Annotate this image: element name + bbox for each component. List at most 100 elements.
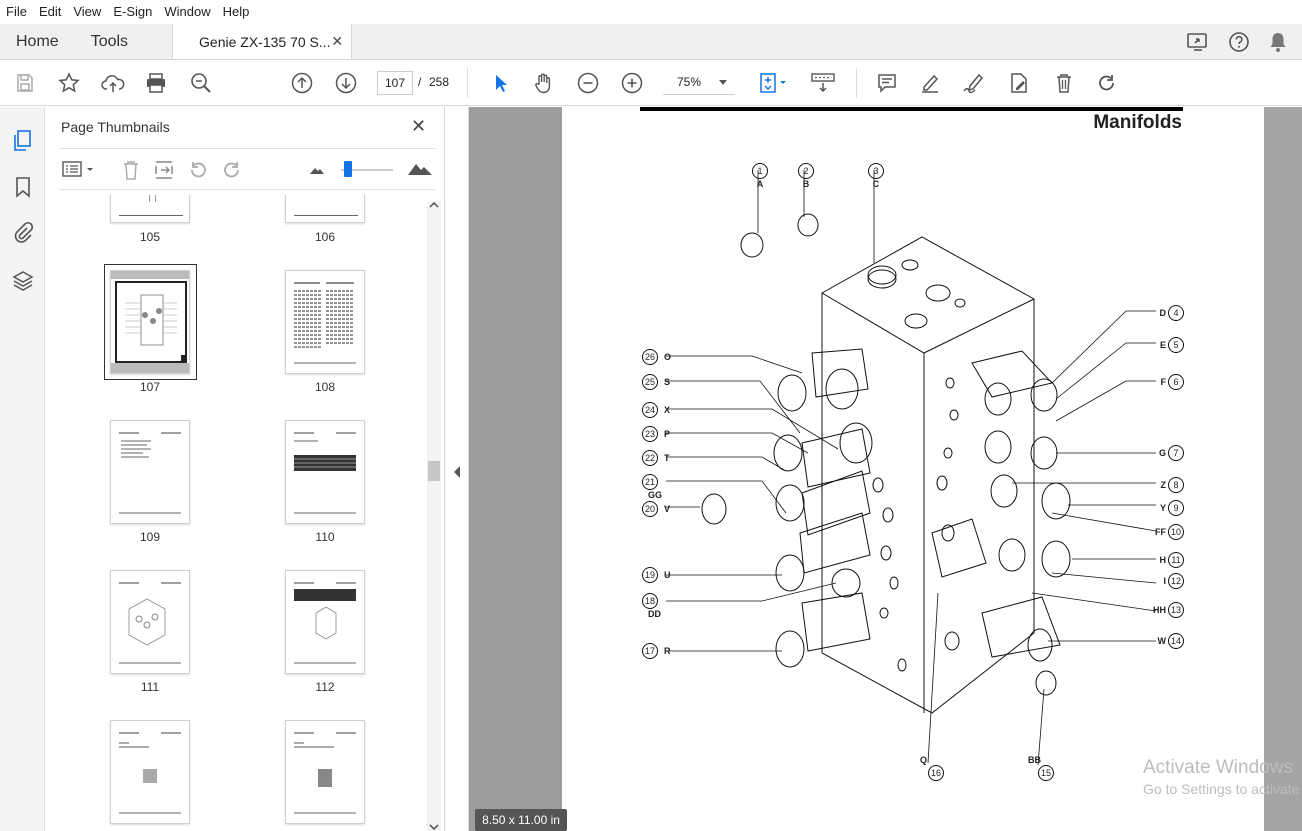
comment-icon[interactable] — [874, 60, 900, 106]
help-icon[interactable] — [1228, 31, 1250, 53]
scrollbar-thumb[interactable] — [428, 461, 440, 481]
callout: 17 R — [642, 643, 671, 659]
page-number-input[interactable]: 107 — [377, 71, 413, 95]
page-layout-icon[interactable] — [755, 60, 791, 106]
thumbnail-page[interactable] — [285, 420, 365, 524]
callout: E5 — [1160, 337, 1184, 353]
extract-page-icon[interactable] — [153, 159, 175, 181]
print-icon[interactable] — [143, 60, 169, 106]
layers-icon[interactable] — [11, 269, 35, 293]
attachments-paperclip-icon[interactable] — [11, 220, 35, 244]
thumbnail-page[interactable] — [285, 570, 365, 674]
callout: Z8 — [1161, 477, 1184, 493]
thumbnail-page[interactable] — [285, 195, 365, 223]
close-tab-icon[interactable]: ✕ — [331, 33, 343, 50]
menu-help[interactable]: Help — [217, 0, 256, 24]
menu-bar: File Edit View E-Sign Window Help — [0, 0, 1302, 24]
zoom-level-select[interactable]: 75% — [663, 71, 735, 95]
activation-watermark-sub: Go to Settings to activate Windows. — [1143, 781, 1302, 797]
callout: 21GG — [642, 474, 672, 500]
callout: BB 15 — [1028, 755, 1054, 781]
thumbnail-page[interactable] — [110, 570, 190, 674]
draw-sign-icon[interactable] — [961, 60, 987, 106]
callout: I 12 — [1163, 573, 1184, 589]
menu-file[interactable]: File — [0, 0, 33, 24]
thumbnail-scrollbar[interactable] — [427, 201, 441, 831]
zoom-out-icon[interactable] — [575, 60, 601, 106]
delete-trash-icon[interactable] — [1051, 60, 1077, 106]
document-viewer[interactable]: Manifolds 26 O 25 S 24 X 23 P 22 T 21GG … — [469, 107, 1302, 831]
share-screen-icon[interactable] — [1186, 31, 1210, 53]
thumbnail-page[interactable] — [110, 420, 190, 524]
next-page-icon[interactable] — [333, 60, 359, 106]
callout: 2B — [796, 163, 816, 189]
thumbnail-page[interactable] — [110, 195, 190, 223]
scroll-mode-icon[interactable] — [809, 60, 837, 106]
redo-icon[interactable] — [1094, 60, 1120, 106]
thumbnail-page-current[interactable] — [110, 270, 190, 374]
callout: H 11 — [1160, 552, 1184, 568]
page-thumbnails-icon[interactable] — [11, 129, 35, 153]
toolbar-divider — [856, 68, 857, 98]
page-header-rule — [640, 107, 1183, 111]
zoom-search-icon[interactable] — [188, 60, 214, 106]
callout: 22 T — [642, 450, 670, 466]
callout: HH 13 — [1153, 602, 1184, 618]
tab-bar: Home Tools Genie ZX-135 70 S... ✕ — [0, 24, 1302, 60]
save-icon[interactable] — [12, 60, 38, 106]
chevron-down-icon — [719, 80, 727, 85]
small-thumbnail-icon[interactable] — [309, 165, 325, 175]
tab-home[interactable]: Home — [0, 24, 75, 59]
large-thumbnail-icon[interactable] — [407, 160, 433, 176]
previous-page-icon[interactable] — [289, 60, 315, 106]
left-callouts: 26 O 25 S 24 X 23 P 22 T 21GG 20 V 19 U 18DD 17… — [642, 349, 672, 659]
bookmarks-icon[interactable] — [11, 175, 35, 199]
thumbnail-page[interactable] — [285, 720, 365, 824]
delete-page-icon[interactable] — [121, 159, 141, 181]
page-thumbnails-panel: Page Thumbnails ✕ 105 106 107 108 109 11… — [45, 107, 445, 831]
callout: 19 U — [642, 567, 671, 583]
upload-cloud-icon[interactable] — [100, 60, 126, 106]
zoom-in-icon[interactable] — [619, 60, 645, 106]
slider-handle[interactable] — [344, 161, 352, 177]
notifications-bell-icon[interactable] — [1268, 31, 1288, 53]
thumbnail-page[interactable] — [110, 720, 190, 824]
document-page: Manifolds 26 O 25 S 24 X 23 P 22 T 21GG … — [562, 107, 1264, 831]
tab-document[interactable]: Genie ZX-135 70 S... ✕ — [172, 24, 353, 59]
panel-collapse-strip[interactable] — [445, 107, 469, 831]
menu-esign[interactable]: E-Sign — [107, 0, 158, 24]
thumbnail-page-number: 105 — [139, 230, 161, 244]
document-scroll-track[interactable] — [1264, 107, 1302, 831]
toolbar-divider — [467, 68, 468, 98]
edit-document-icon[interactable] — [1006, 60, 1032, 106]
collapse-panel-icon[interactable] — [453, 466, 461, 478]
scroll-down-icon[interactable] — [429, 823, 439, 831]
callout: G7 — [1159, 445, 1184, 461]
close-panel-icon[interactable]: ✕ — [411, 116, 426, 137]
bookmark-star-icon[interactable] — [56, 60, 82, 106]
highlight-pen-icon[interactable] — [917, 60, 943, 106]
select-cursor-icon[interactable] — [488, 60, 514, 106]
menu-window[interactable]: Window — [158, 0, 216, 24]
thumbnail-options-icon[interactable] — [61, 159, 97, 179]
callout: 25 S — [642, 374, 670, 390]
thumbnail-page-number: 111 — [140, 680, 160, 694]
menu-view[interactable]: View — [67, 0, 107, 24]
callout: 20 V — [642, 501, 670, 517]
callout: F6 — [1161, 374, 1184, 390]
tab-tools[interactable]: Tools — [75, 24, 144, 59]
left-navigation-rail — [0, 107, 45, 831]
page-separator: / — [418, 75, 422, 89]
menu-edit[interactable]: Edit — [33, 0, 67, 24]
thumbnail-page[interactable] — [285, 270, 365, 374]
callout: 23 P — [642, 426, 670, 442]
rotate-left-icon[interactable] — [187, 159, 209, 181]
thumbnail-page-number: 107 — [139, 380, 161, 394]
rotate-right-icon[interactable] — [221, 159, 243, 181]
hand-tool-icon[interactable] — [531, 60, 557, 106]
scroll-up-icon[interactable] — [429, 201, 439, 209]
thumbnail-list: 105 106 107 108 109 110 111 112 — [59, 195, 429, 831]
callout: 1A — [750, 163, 770, 189]
callout: Q 16 — [920, 755, 944, 781]
document-tab-title: Genie ZX-135 70 S... — [199, 33, 331, 50]
